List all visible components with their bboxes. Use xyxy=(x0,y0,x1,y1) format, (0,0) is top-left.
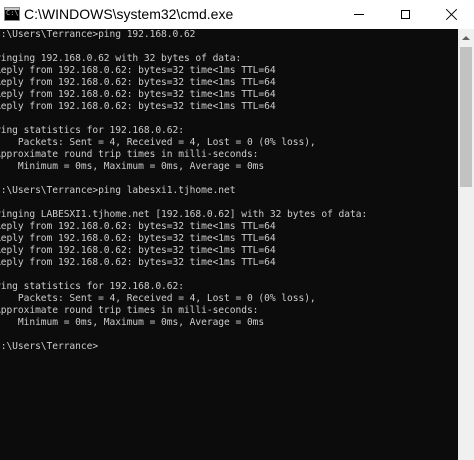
window-title: C:\WINDOWS\system32\cmd.exe xyxy=(24,6,234,22)
console-line: Reply from 192.168.0.62: bytes=32 time<1… xyxy=(0,77,276,88)
cmd-icon[interactable]: C:\ xyxy=(4,7,20,21)
console-line: Approximate round trip times in milli-se… xyxy=(0,305,259,316)
console-line: Reply from 192.168.0.62: bytes=32 time<1… xyxy=(0,65,276,76)
console-line: Reply from 192.168.0.62: bytes=32 time<1… xyxy=(0,257,276,268)
minimize-button[interactable] xyxy=(336,0,382,29)
maximize-icon xyxy=(400,10,410,19)
console-line: C:\Users\Terrance>ping labesxi1.tjhome.n… xyxy=(0,185,236,196)
console-line: Reply from 192.168.0.62: bytes=32 time<1… xyxy=(0,221,276,232)
console-line: Reply from 192.168.0.62: bytes=32 time<1… xyxy=(0,89,276,100)
title-bar[interactable]: C:\ C:\WINDOWS\system32\cmd.exe xyxy=(0,0,474,29)
console-line: Minimum = 0ms, Maximum = 0ms, Average = … xyxy=(0,161,265,172)
console-line: Approximate round trip times in milli-se… xyxy=(0,149,259,160)
console-line: Minimum = 0ms, Maximum = 0ms, Average = … xyxy=(0,317,265,328)
console-line: Reply from 192.168.0.62: bytes=32 time<1… xyxy=(0,101,276,112)
cmd-icon-glyph: C:\ xyxy=(6,9,19,17)
minimize-icon xyxy=(354,14,364,15)
console-line: Pinging 192.168.0.62 with 32 bytes of da… xyxy=(0,53,242,64)
console-line: Reply from 192.168.0.62: bytes=32 time<1… xyxy=(0,233,276,244)
console-line: Packets: Sent = 4, Received = 4, Lost = … xyxy=(0,293,316,304)
maximize-button[interactable] xyxy=(382,0,428,29)
arrow-up-icon xyxy=(462,35,470,40)
console-output[interactable]: C:\Users\Terrance>ping 192.168.0.62 Pingi… xyxy=(0,29,458,460)
cmd-window: C:\ C:\WINDOWS\system32\cmd.exe C:\Users… xyxy=(0,0,474,460)
scroll-up-button[interactable] xyxy=(458,29,474,46)
close-button[interactable] xyxy=(428,0,474,29)
vertical-scrollbar[interactable] xyxy=(458,29,474,460)
console-line: Pinging LABESXI1.tjhome.net [192.168.0.6… xyxy=(0,209,368,220)
close-icon xyxy=(446,9,457,20)
console-line: C:\Users\Terrance>ping 192.168.0.62 xyxy=(0,29,196,40)
console-line: Reply from 192.168.0.62: bytes=32 time<1… xyxy=(0,245,276,256)
console-line: C:\Users\Terrance> xyxy=(0,341,99,352)
console-line: Packets: Sent = 4, Received = 4, Lost = … xyxy=(0,137,316,148)
console-line: Ping statistics for 192.168.0.62: xyxy=(0,281,184,292)
scrollbar-thumb[interactable] xyxy=(460,47,472,187)
console-line: Ping statistics for 192.168.0.62: xyxy=(0,125,184,136)
console-lines: C:\Users\Terrance>ping 192.168.0.62 Pingi… xyxy=(0,29,367,353)
